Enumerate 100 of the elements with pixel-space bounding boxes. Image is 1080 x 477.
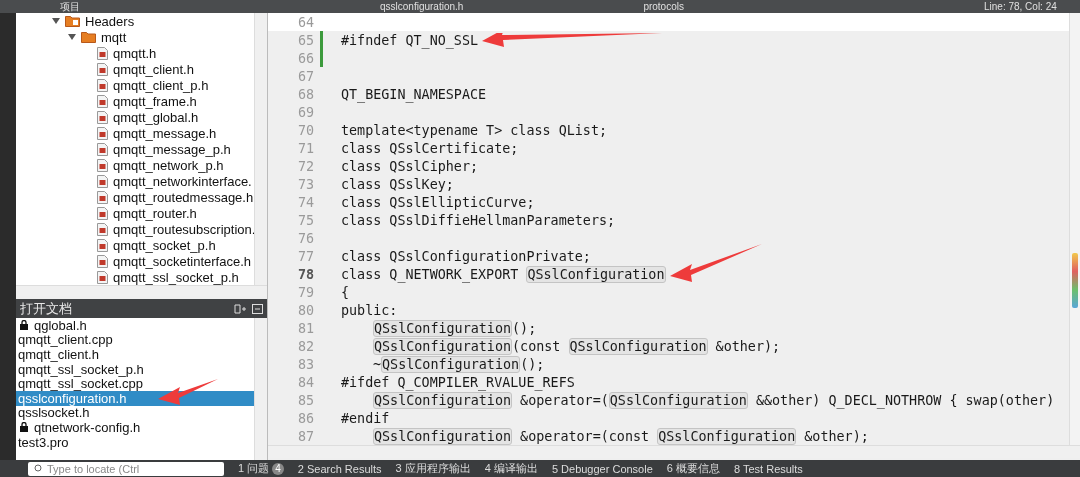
code-line: #ifndef QT_NO_SSL xyxy=(341,32,479,48)
scrollbar[interactable] xyxy=(254,13,267,285)
line-number: 69 xyxy=(296,104,314,120)
tree-item[interactable]: qmqtt_router.h xyxy=(113,205,197,221)
line-number: 77 xyxy=(296,248,314,264)
line-number: 76 xyxy=(296,230,314,246)
tree-item[interactable]: Headers xyxy=(85,13,135,29)
tree-item[interactable]: qmqtt_ssl_socket_p.h xyxy=(113,269,239,285)
caret-icon[interactable] xyxy=(52,18,60,24)
header-file-icon xyxy=(97,110,108,124)
header-file-icon xyxy=(97,190,108,204)
locator-field[interactable]: Type to locate (Ctrl xyxy=(28,461,224,476)
code-line: template<typename T> class QList; xyxy=(341,122,608,138)
code-line: class QSslConfigurationPrivate; xyxy=(341,248,591,264)
line-number: 86 xyxy=(296,410,314,426)
output-tab[interactable]: 5 Debugger Console xyxy=(551,462,653,475)
line-number: 72 xyxy=(296,158,314,174)
search-icon xyxy=(34,464,43,473)
header-file-icon xyxy=(97,94,108,108)
tree-item[interactable]: qmqtt_socketinterface.h xyxy=(113,253,252,269)
line-number: 78 xyxy=(296,266,314,282)
split-icon[interactable] xyxy=(234,303,246,314)
cursor-position: Line: 78, Col: 24 xyxy=(983,0,1057,13)
header-file-icon xyxy=(97,126,108,140)
tree-item[interactable]: qmqtt_networkinterface. xyxy=(113,173,252,189)
tree-item[interactable]: mqtt xyxy=(101,29,127,45)
document-item[interactable]: qmqtt_client.cpp xyxy=(16,332,254,348)
panel-title: 项目 xyxy=(60,0,80,13)
symbol-selector[interactable]: protocols xyxy=(643,0,684,13)
tree-item[interactable]: qmqtt_network_p.h xyxy=(113,157,224,173)
scrollbar[interactable] xyxy=(254,318,267,460)
line-number: 84 xyxy=(296,374,314,390)
file-tab[interactable]: qsslconfiguration.h xyxy=(380,0,464,13)
header-file-icon xyxy=(97,222,108,236)
tree-item[interactable]: qmqtt_message.h xyxy=(113,125,217,141)
output-tab[interactable]: 8 Test Results xyxy=(734,462,803,475)
document-item[interactable]: qsslsocket.h xyxy=(16,405,254,421)
tree-item[interactable]: qmqtt_routesubscription. xyxy=(113,221,254,237)
tree-item[interactable]: qmqtt_routedmessage.h xyxy=(113,189,254,205)
header-file-icon xyxy=(97,46,108,60)
code-line: class Q_NETWORK_EXPORT QSslConfiguration xyxy=(341,265,666,283)
tree-item[interactable]: qmqtt.h xyxy=(113,45,157,61)
code-line: public: xyxy=(341,302,398,318)
line-number: 79 xyxy=(296,284,314,300)
line-number: 70 xyxy=(296,122,314,138)
header-file-icon xyxy=(97,238,108,252)
code-line: class QSslCertificate; xyxy=(341,140,519,156)
line-number: 75 xyxy=(296,212,314,228)
folder-icon xyxy=(81,31,96,43)
code-line: ~QSslConfiguration(); xyxy=(372,355,545,373)
output-tab[interactable]: 1 问题 4 xyxy=(238,461,284,476)
line-number: 67 xyxy=(296,68,314,84)
code-line: class QSslCipher; xyxy=(341,158,479,174)
line-number: 74 xyxy=(296,194,314,210)
line-number: 87 xyxy=(296,428,314,444)
line-number: 83 xyxy=(296,356,314,372)
code-line: class QSslDiffieHellmanParameters; xyxy=(341,212,616,228)
close-panel-icon[interactable] xyxy=(252,303,263,314)
panel-title: 打开文档 xyxy=(20,299,73,318)
code-line: #endif xyxy=(341,410,390,426)
code-line: QSslConfiguration &operator=(const QSslConfiguration &other); xyxy=(372,427,869,445)
document-item[interactable]: qmqtt_ssl_socket.cpp xyxy=(16,376,254,391)
line-number: 85 xyxy=(296,392,314,408)
document-item[interactable]: qmqtt_client.h xyxy=(16,347,254,362)
header-file-icon xyxy=(97,254,108,268)
lock-icon xyxy=(20,320,28,331)
line-number: 73 xyxy=(296,176,314,192)
annotation-arrow xyxy=(158,378,218,405)
document-item[interactable]: qtnetwork-config.h xyxy=(16,420,254,435)
line-number: 80 xyxy=(296,302,314,318)
code-line: QSslConfiguration &operator=(QSslConfiguration &&other) Q_DECL_NOTHROW { swap(other) xyxy=(372,391,1055,409)
header-file-icon xyxy=(97,78,108,92)
line-number: 64 xyxy=(296,14,314,30)
output-tab[interactable]: 6 概要信息 xyxy=(666,461,720,476)
code-line: class QSslKey; xyxy=(341,176,454,192)
scrollbar[interactable] xyxy=(1069,13,1080,445)
output-tab[interactable]: 2 Search Results xyxy=(297,462,382,475)
line-number: 82 xyxy=(296,338,314,354)
output-tab[interactable]: 4 编译输出 xyxy=(484,461,538,476)
document-item[interactable]: test3.pro xyxy=(16,434,254,450)
tree-item[interactable]: qmqtt_client.h xyxy=(113,61,194,77)
line-number: 71 xyxy=(296,140,314,156)
output-tab[interactable]: 3 应用程序输出 xyxy=(395,461,471,476)
caret-icon[interactable] xyxy=(68,34,76,40)
tree-item[interactable]: qmqtt_frame.h xyxy=(113,93,197,109)
tree-item[interactable]: qmqtt_socket_p.h xyxy=(113,237,216,253)
document-item[interactable]: qglobal.h xyxy=(16,318,254,333)
header-file-icon xyxy=(97,174,108,188)
tree-item[interactable]: qmqtt_global.h xyxy=(113,109,199,125)
document-item[interactable]: qmqtt_ssl_socket_p.h xyxy=(16,361,254,377)
line-number: 68 xyxy=(296,86,314,102)
header-file-icon xyxy=(97,206,108,220)
header-file-icon xyxy=(97,62,108,76)
code-line: QSslConfiguration(const QSslConfiguration &other); xyxy=(372,337,781,355)
document-item[interactable]: qsslconfiguration.h xyxy=(16,390,254,406)
line-number: 65 xyxy=(296,32,314,48)
code-line: #ifdef Q_COMPILER_RVALUE_REFS xyxy=(341,374,575,390)
tree-item[interactable]: qmqtt_message_p.h xyxy=(113,141,231,157)
lock-icon xyxy=(20,422,28,433)
tree-item[interactable]: qmqtt_client_p.h xyxy=(113,77,209,93)
